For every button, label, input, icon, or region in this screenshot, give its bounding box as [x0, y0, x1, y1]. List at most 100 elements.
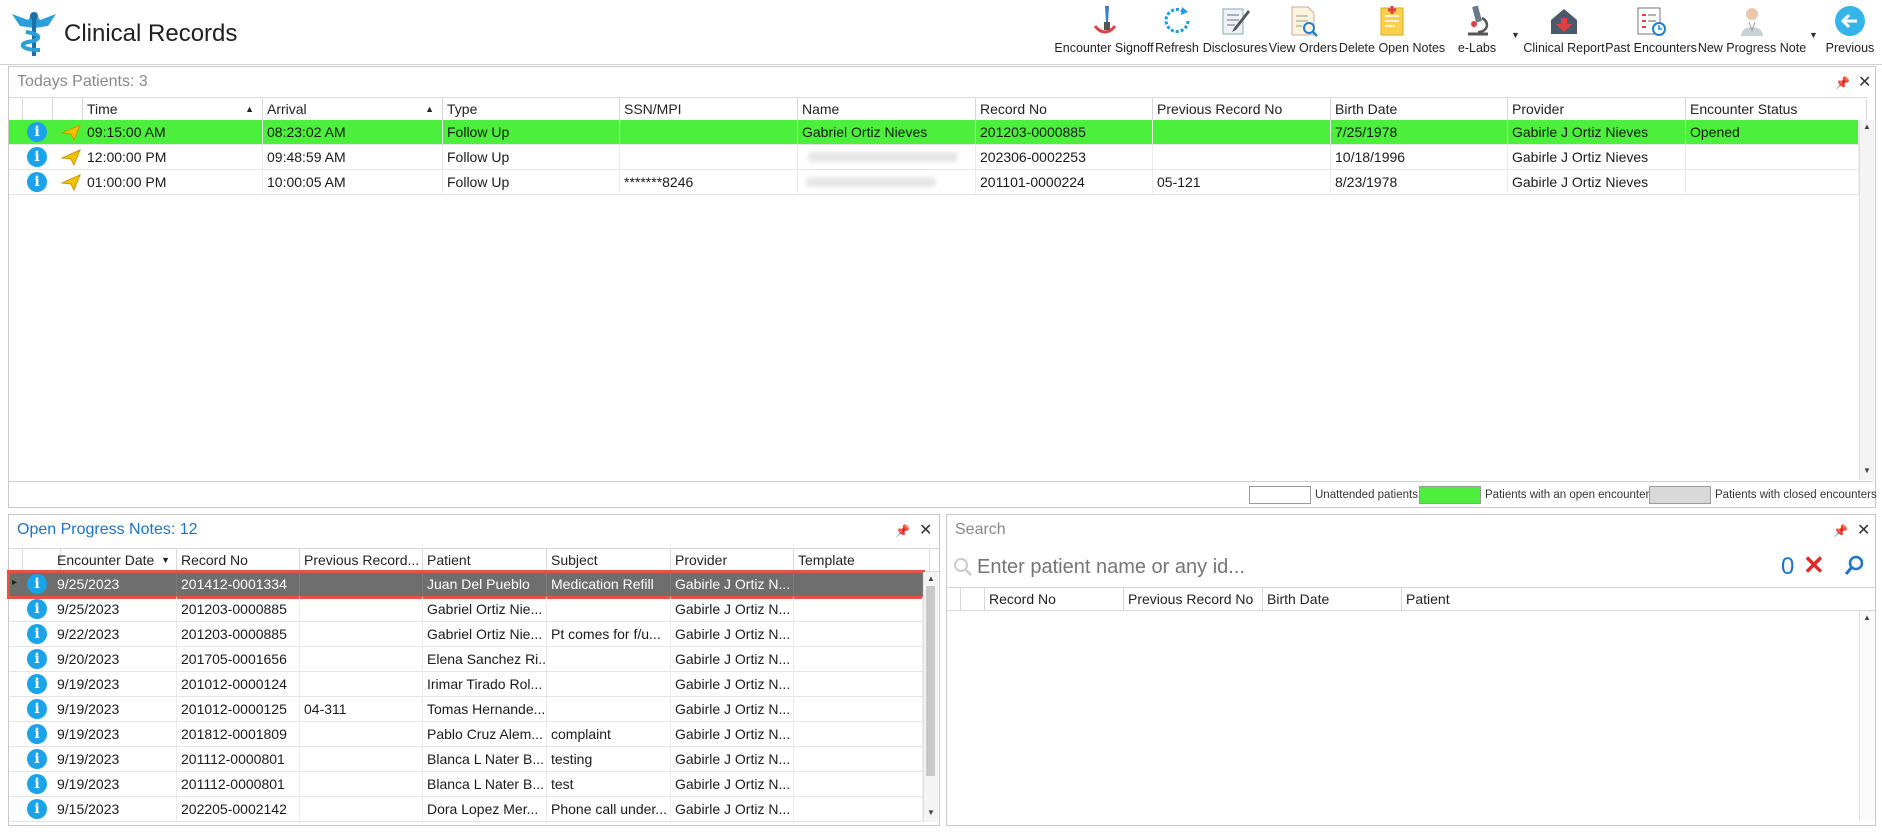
notes-row[interactable]: i 9/19/2023 201812-0001809 Pablo Cruz Alem.…	[9, 722, 923, 747]
info-icon[interactable]: i	[27, 649, 47, 669]
col-header-record-no[interactable]: Record No	[976, 98, 1153, 120]
todays-row[interactable]: i 09:15:00 AM 08:23:02 AM Follow Up Gabr…	[9, 120, 1859, 145]
info-icon[interactable]: i	[27, 674, 47, 694]
col-header-record-no[interactable]: Record No	[985, 588, 1124, 610]
notes-scrollbar[interactable]: ▲ ▼	[923, 572, 938, 822]
redacted-name	[806, 177, 936, 187]
info-icon[interactable]: i	[27, 122, 47, 142]
notes-row[interactable]: i 9/19/2023 201112-0000801 Blanca L Nater B…	[9, 747, 923, 772]
past-encounters-icon	[1637, 7, 1666, 36]
col-label: Name	[802, 101, 840, 117]
view-orders-button[interactable]: View Orders	[1268, 4, 1338, 62]
notes-row[interactable]: i 9/20/2023 201705-0001656 Elena Sanchez Ri…	[9, 647, 923, 672]
scroll-down-icon[interactable]: ▼	[927, 808, 935, 817]
prev-record-cell	[300, 722, 423, 746]
patient-cell: Pablo Cruz Alem...	[423, 722, 547, 746]
previous-button[interactable]: Previous	[1822, 4, 1878, 62]
search-scrollbar[interactable]: ▲	[1859, 611, 1874, 821]
col-header-provider[interactable]: Provider	[1508, 98, 1686, 120]
provider-cell: Gabirle J Ortiz N...	[671, 647, 794, 671]
col-header-provider[interactable]: Provider	[671, 549, 794, 571]
close-icon[interactable]: ✕	[919, 520, 932, 540]
col-header-subject[interactable]: Subject	[547, 549, 671, 571]
subject-cell: test	[547, 772, 671, 796]
col-header-previous-record[interactable]: Previous Record...	[300, 549, 423, 571]
notes-row[interactable]: i 9/22/2023 201203-0000885 Gabriel Ortiz Ni…	[9, 622, 923, 647]
notes-row[interactable]: i 9/25/2023 201203-0000885 Gabriel Ortiz Ni…	[9, 597, 923, 622]
scroll-up-icon[interactable]: ▲	[1863, 613, 1871, 622]
past-encounters-button[interactable]: Past Encounters	[1605, 4, 1697, 62]
info-icon[interactable]: i	[27, 172, 47, 192]
subject-cell: Phone call under...	[547, 797, 671, 821]
notes-row[interactable]: i 9/19/2023 201112-0000801 Blanca L Nater B…	[9, 772, 923, 797]
todays-row[interactable]: i 12:00:00 PM 09:48:59 AM Follow Up 2023…	[9, 145, 1859, 170]
encounter-signoff-button[interactable]: Encounter Signoff	[1054, 4, 1154, 62]
info-icon[interactable]: i	[27, 574, 47, 594]
pin-icon[interactable]: 📌	[1835, 76, 1850, 90]
clear-search-icon[interactable]: ✕	[1803, 550, 1825, 581]
toolbar-label: Clinical Report	[1523, 41, 1605, 55]
col-header-time[interactable]: Time ▲	[83, 98, 263, 120]
notes-row[interactable]: i 9/19/2023 201012-0000125 04-311 Tomas Hern…	[9, 697, 923, 722]
col-header-template[interactable]: Template	[794, 549, 930, 571]
pin-icon[interactable]: 📌	[1833, 524, 1848, 538]
e-labs-dropdown-icon[interactable]: ▼	[1511, 30, 1520, 40]
search-go-icon[interactable]	[1843, 555, 1865, 577]
col-header-patient[interactable]: Patient	[1402, 588, 1873, 610]
info-icon[interactable]: i	[27, 699, 47, 719]
info-icon[interactable]: i	[27, 147, 47, 167]
toolbar-label: Disclosures	[1202, 41, 1268, 55]
legend-closed-swatch	[1649, 486, 1711, 504]
close-icon[interactable]: ✕	[1858, 72, 1871, 92]
info-icon[interactable]: i	[27, 799, 47, 819]
provider-cell: Gabirle J Ortiz Nieves	[1508, 120, 1686, 144]
scroll-thumb[interactable]	[926, 586, 935, 776]
info-icon[interactable]: i	[27, 599, 47, 619]
col-header-arrival[interactable]: Arrival ▲	[263, 98, 443, 120]
subject-cell: complaint	[547, 722, 671, 746]
col-header-ssn[interactable]: SSN/MPI	[620, 98, 798, 120]
col-header-encounter-date[interactable]: Encounter Date ▼	[53, 549, 177, 571]
search-input[interactable]	[975, 553, 1579, 581]
col-header-name[interactable]: Name	[798, 98, 976, 120]
col-header-previous-record-no[interactable]: Previous Record No	[1124, 588, 1263, 610]
col-label: Previous Record No	[1128, 591, 1254, 607]
record-cell: 201012-0000124	[177, 672, 300, 696]
col-header-type[interactable]: Type	[443, 98, 620, 120]
notes-row[interactable]: i 9/19/2023 201012-0000124 Irimar Tirado Ro…	[9, 672, 923, 697]
caduceus-logo-icon	[12, 12, 56, 56]
col-header-record-no[interactable]: Record No	[177, 549, 300, 571]
scroll-down-icon[interactable]: ▼	[1863, 466, 1871, 475]
col-label: Provider	[675, 552, 728, 568]
birth-cell: 8/23/1978	[1331, 170, 1508, 194]
new-progress-note-dropdown-icon[interactable]: ▼	[1809, 30, 1818, 40]
info-icon[interactable]: i	[27, 774, 47, 794]
info-icon[interactable]: i	[27, 749, 47, 769]
col-header-previous-record-no[interactable]: Previous Record No	[1153, 98, 1331, 120]
todays-scrollbar[interactable]: ▲ ▼	[1859, 120, 1874, 480]
prev-record-cell	[300, 672, 423, 696]
signature-pen-icon	[1093, 6, 1117, 34]
delete-open-notes-button[interactable]: Delete Open Notes	[1338, 4, 1446, 62]
clinical-report-button[interactable]: Clinical Report	[1522, 4, 1606, 62]
col-header-encounter-status[interactable]: Encounter Status	[1686, 98, 1867, 120]
e-labs-button[interactable]: e-Labs	[1446, 4, 1508, 62]
col-header-birth-date[interactable]: Birth Date	[1263, 588, 1402, 610]
info-icon[interactable]: i	[27, 724, 47, 744]
todays-row[interactable]: i 01:00:00 PM 10:00:05 AM Follow Up ****…	[9, 170, 1859, 195]
pin-icon[interactable]: 📌	[895, 524, 910, 538]
info-icon[interactable]: i	[27, 624, 47, 644]
scroll-up-icon[interactable]: ▲	[1863, 122, 1871, 131]
col-header-birth-date[interactable]: Birth Date	[1331, 98, 1508, 120]
disclosures-button[interactable]: Disclosures	[1202, 4, 1268, 62]
scroll-up-icon[interactable]: ▲	[927, 574, 935, 583]
ssn-cell	[620, 120, 798, 144]
new-progress-note-button[interactable]: New Progress Note	[1696, 4, 1808, 62]
refresh-button[interactable]: Refresh	[1152, 4, 1202, 62]
notes-row[interactable]: i 9/15/2023 202205-0002142 Dora Lopez Mer..…	[9, 797, 923, 822]
encounter-date-cell: 9/20/2023	[53, 647, 177, 671]
close-icon[interactable]: ✕	[1857, 520, 1870, 540]
col-header-patient[interactable]: Patient	[423, 549, 547, 571]
provider-cell: Gabirle J Ortiz N...	[671, 797, 794, 821]
notes-row-selected[interactable]: ▸ i 9/25/2023 201412-0001334 Juan Del Pueblo…	[7, 570, 925, 599]
